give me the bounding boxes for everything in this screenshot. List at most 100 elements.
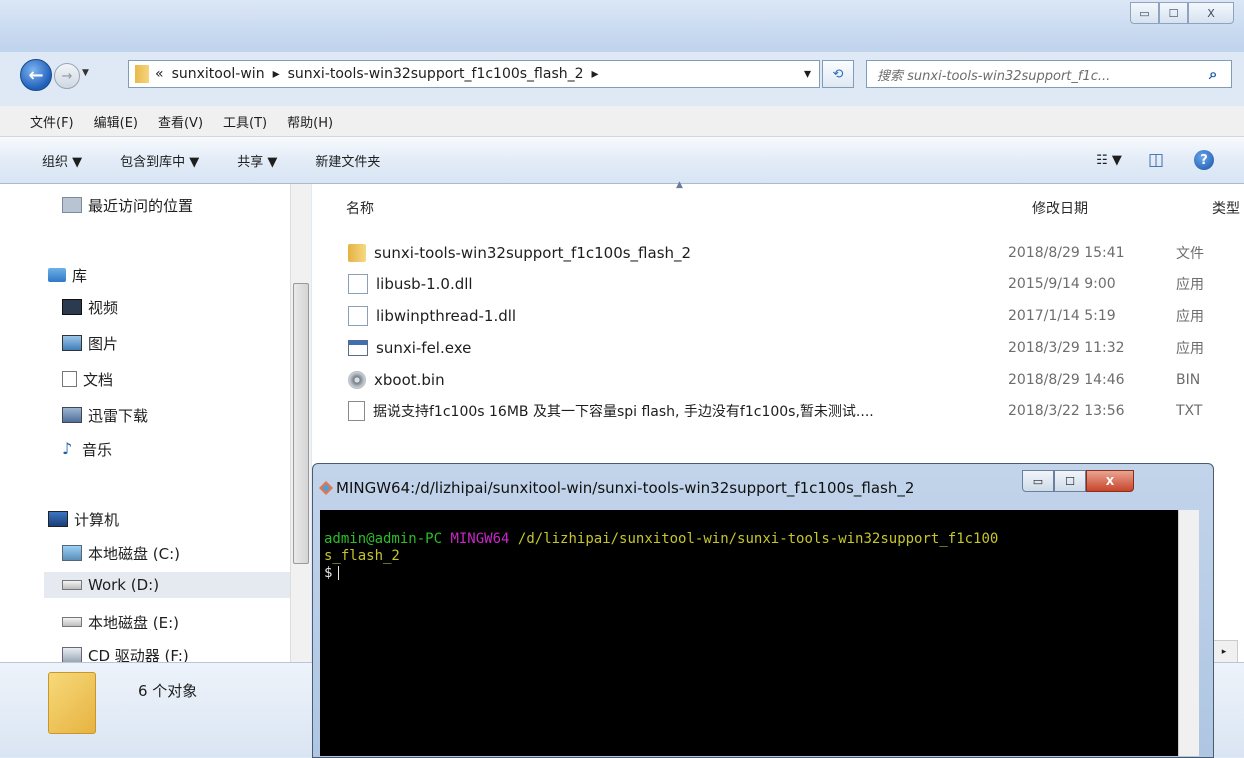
item-count: 6 个对象 xyxy=(138,682,198,700)
address-bar[interactable]: « sunxitool-win ▸ sunxi-tools-win32suppo… xyxy=(128,60,820,88)
sidebar-item-computer[interactable]: 计算机 xyxy=(48,506,119,532)
sidebar-item-drive-d[interactable]: Work (D:) xyxy=(44,572,302,598)
command-bar: 组织 ▼ 包含到库中 ▼ 共享 ▼ 新建文件夹 xyxy=(0,137,1244,184)
preview-pane-icon[interactable]: ◫ xyxy=(1148,150,1164,170)
menu-edit[interactable]: 编辑(E) xyxy=(94,112,138,131)
breadcrumb-separator-icon[interactable]: ▸ xyxy=(592,66,599,82)
breadcrumb-separator-icon[interactable]: ▸ xyxy=(273,66,280,82)
terminal-env: MINGW64 xyxy=(450,531,510,547)
folder-icon xyxy=(348,244,366,262)
breadcrumb-current-folder[interactable]: sunxi-tools-win32support_f1c100s_flash_2 xyxy=(288,66,584,82)
sidebar-item-music[interactable]: ♪ 音乐 xyxy=(62,436,112,462)
sidebar-item-label: 图片 xyxy=(88,334,119,353)
download-folder-icon xyxy=(62,407,82,423)
organize-button[interactable]: 组织 ▼ xyxy=(42,151,82,170)
sidebar-item-label: 最近访问的位置 xyxy=(88,196,194,215)
menu-file[interactable]: 文件(F) xyxy=(30,112,74,131)
sidebar-item-library[interactable]: 库 xyxy=(48,262,87,288)
picture-icon xyxy=(62,335,82,351)
sidebar-item-label: 本地磁盘 (C:) xyxy=(88,544,180,563)
file-name: libwinpthread-1.dll xyxy=(376,307,517,325)
breadcrumb-overflow[interactable]: « xyxy=(155,66,164,82)
terminal-maximize-button[interactable]: ☐ xyxy=(1054,470,1086,492)
file-type: 文件 xyxy=(1176,246,1204,262)
sidebar-item-label: 计算机 xyxy=(74,510,120,529)
disc-icon xyxy=(348,371,366,389)
menu-view[interactable]: 查看(V) xyxy=(158,112,203,131)
file-name: xboot.bin xyxy=(374,371,445,389)
file-row[interactable]: 据说支持f1c100s 16MB 及其一下容量spi flash, 手边没有f1… xyxy=(348,398,1244,424)
folder-icon xyxy=(48,672,96,734)
sidebar-item-label: 迅雷下载 xyxy=(88,406,149,425)
sidebar-item-label: 本地磁盘 (E:) xyxy=(88,613,180,632)
file-row[interactable]: sunxi-tools-win32support_f1c100s_flash_2… xyxy=(348,240,1244,266)
maximize-button[interactable]: ☐ xyxy=(1159,2,1188,24)
file-date: 2018/8/29 15:41 xyxy=(1008,245,1125,261)
search-icon[interactable]: ⌕ xyxy=(1209,65,1231,83)
git-bash-icon xyxy=(318,480,334,496)
file-date: 2018/3/22 13:56 xyxy=(1008,403,1125,419)
view-options-icon[interactable]: ☷ ▼ xyxy=(1096,153,1122,168)
file-date: 2018/8/29 14:46 xyxy=(1008,372,1125,388)
column-header-date[interactable]: 修改日期 xyxy=(1032,198,1088,218)
sidebar-item-drive-e[interactable]: 本地磁盘 (E:) xyxy=(62,609,179,635)
terminal-user-host: admin@admin-PC xyxy=(324,531,443,547)
file-name: sunxi-tools-win32support_f1c100s_flash_2 xyxy=(374,244,692,262)
file-row[interactable]: libwinpthread-1.dll 2017/1/14 5:19 应用 xyxy=(348,303,1244,329)
file-date: 2017/1/14 5:19 xyxy=(1008,308,1116,324)
search-box[interactable]: 搜索 sunxi-tools-win32support_f1c... ⌕ xyxy=(866,60,1232,88)
file-type: BIN xyxy=(1176,372,1201,388)
sidebar-item-label: 视频 xyxy=(88,298,119,317)
sidebar-item-videos[interactable]: 视频 xyxy=(62,294,118,320)
window-controls: ▭ ☐ X xyxy=(1130,2,1234,24)
back-button[interactable]: ← xyxy=(20,59,52,91)
sidebar-item-drive-c[interactable]: 本地磁盘 (C:) xyxy=(62,540,180,566)
scrollbar-thumb[interactable] xyxy=(293,283,309,564)
terminal-minimize-button[interactable]: ▭ xyxy=(1022,470,1054,492)
terminal-close-button[interactable]: X xyxy=(1086,470,1134,492)
system-drive-icon xyxy=(62,545,82,561)
file-row[interactable]: xboot.bin 2018/8/29 14:46 BIN xyxy=(348,367,1244,393)
sort-ascending-icon: ▲ xyxy=(676,180,683,190)
help-icon[interactable]: ? xyxy=(1194,150,1214,170)
sidebar-item-documents[interactable]: 文档 xyxy=(62,366,113,392)
file-row[interactable]: sunxi-fel.exe 2018/3/29 11:32 应用 xyxy=(348,335,1244,361)
menu-tools[interactable]: 工具(T) xyxy=(223,112,267,131)
column-header-type[interactable]: 类型 xyxy=(1212,198,1240,218)
file-type: 应用 xyxy=(1176,309,1204,325)
refresh-button[interactable]: ⟲ xyxy=(822,60,854,88)
explorer-title-bar xyxy=(0,0,1244,52)
sidebar-item-recent[interactable]: 最近访问的位置 xyxy=(62,192,193,218)
breadcrumb-sunxitool-win[interactable]: sunxitool-win xyxy=(172,66,265,82)
address-dropdown-icon[interactable]: ▾ xyxy=(804,66,811,82)
column-header-name[interactable]: 名称 xyxy=(346,198,374,218)
navigation-bar: ← → ▼ « sunxitool-win ▸ sunxi-tools-win3… xyxy=(0,58,1244,91)
menu-help[interactable]: 帮助(H) xyxy=(287,112,333,131)
scroll-right-button[interactable]: ▸ xyxy=(1210,640,1238,664)
video-icon xyxy=(62,299,82,315)
recent-pages-dropdown[interactable]: ▼ xyxy=(82,68,89,78)
folder-icon xyxy=(135,65,149,83)
new-folder-button[interactable]: 新建文件夹 xyxy=(315,151,380,170)
file-type: 应用 xyxy=(1176,277,1204,293)
computer-icon xyxy=(48,511,68,527)
sidebar-item-label: 文档 xyxy=(83,370,114,389)
file-row[interactable]: libusb-1.0.dll 2015/9/14 9:00 应用 xyxy=(348,271,1244,297)
menu-bar: 文件(F) 编辑(E) 查看(V) 工具(T) 帮助(H) xyxy=(0,106,1244,137)
include-in-library-button[interactable]: 包含到库中 ▼ xyxy=(120,151,199,170)
sidebar-item-thunder[interactable]: 迅雷下载 xyxy=(62,402,148,428)
terminal-scrollbar[interactable] xyxy=(1178,510,1199,756)
recent-places-icon xyxy=(62,197,82,213)
file-name: sunxi-fel.exe xyxy=(376,339,472,357)
view-controls: ☷ ▼ ◫ ? xyxy=(1096,150,1214,170)
file-name: 据说支持f1c100s 16MB 及其一下容量spi flash, 手边没有f1… xyxy=(373,404,874,420)
sidebar-item-label: 音乐 xyxy=(82,440,113,459)
sidebar-item-pictures[interactable]: 图片 xyxy=(62,330,118,356)
close-button[interactable]: X xyxy=(1188,2,1234,24)
library-icon xyxy=(48,268,66,282)
text-file-icon xyxy=(348,401,365,421)
search-input[interactable]: 搜索 sunxi-tools-win32support_f1c... xyxy=(867,65,1209,84)
forward-button[interactable]: → xyxy=(54,63,80,89)
minimize-button[interactable]: ▭ xyxy=(1130,2,1159,24)
share-button[interactable]: 共享 ▼ xyxy=(237,151,277,170)
